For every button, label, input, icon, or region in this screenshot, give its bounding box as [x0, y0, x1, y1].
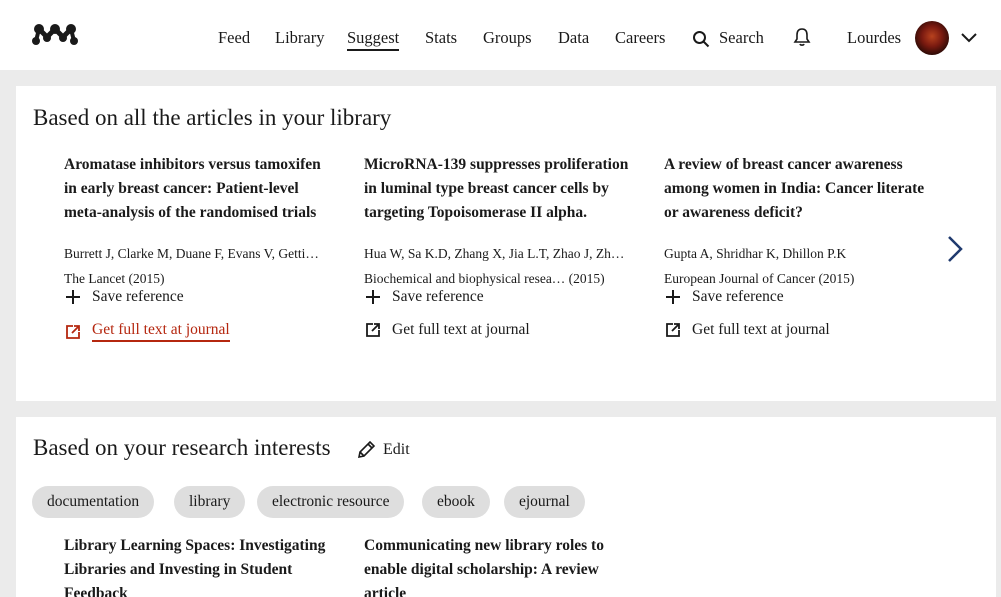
save-reference-label: Save reference — [692, 288, 784, 305]
get-full-text-label: Get full text at journal — [392, 321, 530, 338]
external-link-icon — [366, 323, 380, 337]
plus-icon — [366, 290, 380, 304]
nav-groups[interactable]: Groups — [483, 28, 532, 48]
interest-chip[interactable]: documentation — [32, 486, 155, 518]
plus-icon — [666, 290, 680, 304]
section-title: Based on your research interests — [33, 435, 331, 460]
article-source: European Journal of Cancer (2015) — [664, 271, 855, 286]
external-link-icon — [666, 323, 680, 337]
interests-suggestions-card: Based on your research interests Edit do… — [16, 417, 996, 597]
chevron-down-icon[interactable] — [960, 31, 978, 45]
interest-chip[interactable]: library — [174, 486, 246, 518]
article-card: A review of breast cancer awareness amon… — [664, 153, 934, 338]
library-suggestions-card: Based on all the articles in your librar… — [16, 86, 996, 401]
edit-label: Edit — [383, 441, 410, 458]
save-reference-button[interactable]: Save reference — [64, 288, 184, 306]
external-link-icon — [66, 324, 80, 339]
save-reference-label: Save reference — [392, 288, 484, 305]
edit-interests-button[interactable]: Edit — [356, 440, 410, 460]
save-reference-button[interactable]: Save reference — [664, 288, 784, 306]
article-title[interactable]: MicroRNA-139 suppresses proliferation in… — [364, 153, 634, 225]
article-card: Aromatase inhibitors versus tamoxifen in… — [64, 153, 334, 342]
nav-feed[interactable]: Feed — [218, 28, 250, 48]
mendeley-logo-icon[interactable] — [32, 21, 78, 47]
article-title[interactable]: Aromatase inhibitors versus tamoxifen in… — [64, 153, 334, 225]
search-icon[interactable] — [692, 30, 710, 48]
save-reference-button[interactable]: Save reference — [364, 288, 484, 306]
get-full-text-link[interactable]: Get full text at journal — [64, 321, 230, 342]
interest-chip[interactable]: electronic resource — [257, 486, 405, 518]
pencil-icon — [357, 440, 376, 459]
section-title: Based on all the articles in your librar… — [33, 105, 392, 130]
nav-library[interactable]: Library — [275, 28, 324, 48]
nav-stats[interactable]: Stats — [425, 28, 457, 48]
interest-chip[interactable]: ebook — [422, 486, 490, 518]
article-authors: Gupta A, Shridhar K, Dhillon P.K — [664, 246, 847, 261]
article-authors: Burrett J, Clarke M, Duane F, Evans V, G… — [64, 246, 319, 261]
avatar[interactable] — [915, 21, 949, 55]
article-authors: Hua W, Sa K.D, Zhang X, Jia L.T, Zhao J,… — [364, 246, 625, 261]
bell-icon[interactable] — [792, 27, 812, 47]
plus-icon — [66, 290, 80, 304]
article-card: MicroRNA-139 suppresses proliferation in… — [364, 153, 634, 338]
save-reference-label: Save reference — [92, 288, 184, 305]
interest-chip[interactable]: ejournal — [504, 486, 585, 518]
get-full-text-label: Get full text at journal — [92, 321, 230, 342]
article-source: Biochemical and biophysical resea… (2015… — [364, 271, 605, 286]
nav-search[interactable]: Search — [719, 28, 764, 48]
article-title[interactable]: A review of breast cancer awareness amon… — [664, 153, 934, 225]
chevron-right-icon[interactable] — [944, 234, 966, 264]
top-navigation-bar: Feed Library Suggest Stats Groups Data C… — [0, 0, 1001, 70]
nav-careers[interactable]: Careers — [615, 28, 665, 48]
article-title[interactable]: Library Learning Spaces: Investigating L… — [64, 534, 334, 597]
article-source: The Lancet (2015) — [64, 271, 165, 286]
get-full-text-link[interactable]: Get full text at journal — [664, 321, 830, 339]
article-title[interactable]: Communicating new library roles to enabl… — [364, 534, 634, 597]
nav-suggest[interactable]: Suggest — [347, 28, 400, 51]
user-name[interactable]: Lourdes — [847, 28, 901, 48]
get-full-text-link[interactable]: Get full text at journal — [364, 321, 530, 339]
nav-data[interactable]: Data — [558, 28, 589, 48]
get-full-text-label: Get full text at journal — [692, 321, 830, 338]
